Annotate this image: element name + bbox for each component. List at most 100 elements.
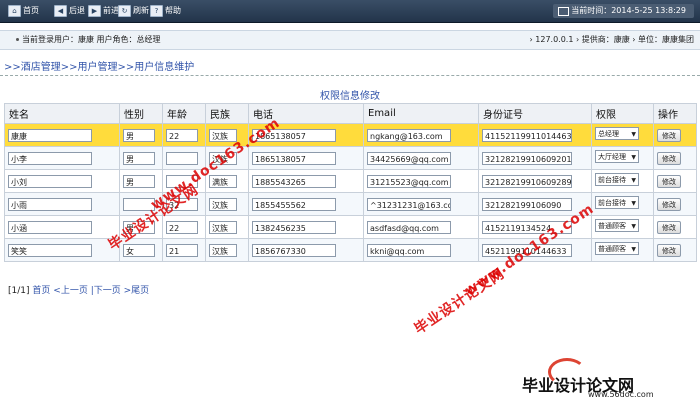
- current-user-info: 当前登录用户：康康 用户角色：总经理: [22, 35, 161, 44]
- email-field[interactable]: kkni@qq.com: [367, 243, 451, 257]
- role-select[interactable]: 前台接待 ▼: [595, 173, 639, 186]
- user-info-bar: 当前登录用户：康康 用户角色：总经理 › 127.0.0.1 › 提供商：康康 …: [0, 30, 700, 50]
- col-header-nation: 民族: [205, 103, 249, 124]
- forward-icon: ▶: [88, 5, 101, 17]
- toolbar-back-label: 后退: [69, 6, 85, 15]
- role-select[interactable]: 普通顾客 ▼: [595, 242, 639, 255]
- id-field[interactable]: 321282199106092014: [482, 151, 572, 165]
- breadcrumb-text: >>酒店管理>>用户管理>>用户信息维护: [4, 62, 195, 73]
- toolbar-help-button[interactable]: ? 帮助: [150, 5, 181, 17]
- chevron-down-icon: ▼: [631, 177, 636, 184]
- toolbar-forward-label: 前进: [103, 6, 119, 15]
- toolbar-refresh-label: 刷新: [133, 6, 149, 15]
- phone-field[interactable]: 1865138057: [252, 151, 336, 165]
- id-field[interactable]: 321282199106092898: [482, 174, 572, 188]
- sex-field[interactable]: 男: [123, 151, 155, 165]
- table-row: 小刘 男 满族 1885543265 31215523@qq.com 32128…: [4, 169, 697, 193]
- bullet-icon: [16, 38, 19, 41]
- prev-page-link[interactable]: <上一页: [53, 286, 88, 296]
- watermark-logo-url: www.56doc.com: [588, 390, 654, 399]
- email-field[interactable]: 34425669@qq.com: [367, 151, 451, 165]
- role-select[interactable]: 前台接待 ▼: [595, 196, 639, 209]
- id-field[interactable]: 321282199106090: [482, 197, 572, 211]
- email-field[interactable]: ngkang@163.com: [367, 128, 451, 142]
- help-icon: ?: [150, 5, 163, 17]
- table-caption: 权限信息修改: [320, 91, 380, 102]
- role-select-value: 总经理: [598, 130, 619, 138]
- page-info: [1/1]: [8, 286, 30, 296]
- server-info: › 127.0.0.1 › 提供商：康康 › 单位：康康集团: [529, 35, 694, 44]
- phone-field[interactable]: 1382456235: [252, 220, 336, 234]
- divider: [0, 75, 700, 76]
- name-field[interactable]: 小刘: [8, 174, 92, 188]
- email-field[interactable]: ^31231231@163.com: [367, 197, 451, 211]
- age-field[interactable]: 21: [166, 243, 198, 257]
- chevron-down-icon: ▼: [631, 200, 636, 207]
- last-page-link[interactable]: >尾页: [124, 286, 150, 296]
- toolbar-forward-button[interactable]: ▶ 前进: [88, 5, 119, 17]
- current-time-text: 当前时间：2014-5-25 13:8:29: [571, 6, 686, 15]
- email-field[interactable]: asdfasd@qq.com: [367, 220, 451, 234]
- name-field[interactable]: 笑笑: [8, 243, 92, 257]
- edit-button[interactable]: 修改: [657, 220, 681, 234]
- back-icon: ◀: [54, 5, 67, 17]
- current-time: 当前时间：2014-5-25 13:8:29: [553, 4, 694, 18]
- role-select-value: 普通顾客: [598, 245, 626, 253]
- nation-field[interactable]: 汉族: [209, 128, 237, 142]
- breadcrumb: >>酒店管理>>用户管理>>用户信息维护: [4, 58, 194, 73]
- chevron-down-icon: ▼: [631, 223, 636, 230]
- table-row: 小李 男 汉族 1865138057 34425669@qq.com 32128…: [4, 146, 697, 170]
- toolbar-home-button[interactable]: ⌂ 首页: [8, 5, 39, 17]
- age-field[interactable]: 22: [166, 220, 198, 234]
- nation-field[interactable]: 汉族: [209, 243, 237, 257]
- name-field[interactable]: 小李: [8, 151, 92, 165]
- col-header-email: Email: [363, 103, 479, 124]
- nation-field[interactable]: 汉族: [209, 197, 237, 211]
- toolbar-help-label: 帮助: [165, 6, 181, 15]
- top-toolbar: ⌂ 首页 ◀ 后退 ▶ 前进 ↻ 刷新 ? 帮助 当前时间：2014-5-25 13:8:…: [0, 0, 700, 23]
- table-row: 康康 男 22 汉族 1865138057 ngkang@163.com 411…: [4, 123, 697, 147]
- first-page-link[interactable]: 首页: [32, 286, 50, 296]
- chevron-down-icon: ▼: [631, 246, 636, 253]
- role-select-value: 前台接待: [598, 176, 626, 184]
- email-field[interactable]: 31215523@qq.com: [367, 174, 451, 188]
- col-header-age: 年龄: [162, 103, 206, 124]
- age-field[interactable]: 22: [166, 128, 198, 142]
- pager: [1/1] 首页 <上一页 |下一页 >尾页: [8, 283, 149, 296]
- edit-button[interactable]: 修改: [657, 243, 681, 257]
- edit-button[interactable]: 修改: [657, 151, 681, 165]
- nation-field[interactable]: 满族: [209, 174, 237, 188]
- role-select[interactable]: 总经理 ▼: [595, 127, 639, 140]
- phone-field[interactable]: 1856767330: [252, 243, 336, 257]
- home-icon: ⌂: [8, 5, 21, 17]
- sex-field[interactable]: 男: [123, 128, 155, 142]
- role-select-value: 普通顾客: [598, 222, 626, 230]
- edit-button[interactable]: 修改: [657, 128, 681, 142]
- phone-field[interactable]: 1855455562: [252, 197, 336, 211]
- col-header-sex: 性别: [119, 103, 163, 124]
- role-select[interactable]: 普通顾客 ▼: [595, 219, 639, 232]
- table-header-row: 姓名 性别 年龄 民族 电话 Email 身份证号 权限 操作: [4, 103, 697, 124]
- name-field[interactable]: 小涵: [8, 220, 92, 234]
- role-select-value: 前台接待: [598, 199, 626, 207]
- col-header-id: 身份证号: [478, 103, 592, 124]
- edit-button[interactable]: 修改: [657, 174, 681, 188]
- next-page-link[interactable]: |下一页: [91, 286, 121, 296]
- refresh-icon: ↻: [118, 5, 131, 17]
- chevron-down-icon: ▼: [631, 154, 636, 161]
- col-header-role: 权限: [591, 103, 654, 124]
- chevron-down-icon: ▼: [631, 131, 636, 138]
- monitor-icon: [558, 7, 570, 16]
- phone-field[interactable]: 1885543265: [252, 174, 336, 188]
- name-field[interactable]: 康康: [8, 128, 92, 142]
- role-select[interactable]: 大厅经理 ▼: [595, 150, 639, 163]
- toolbar-home-label: 首页: [23, 6, 39, 15]
- nation-field[interactable]: 汉族: [209, 220, 237, 234]
- edit-button[interactable]: 修改: [657, 197, 681, 211]
- sex-field[interactable]: 男: [123, 174, 155, 188]
- name-field[interactable]: 小雨: [8, 197, 92, 211]
- toolbar-back-button[interactable]: ◀ 后退: [54, 5, 85, 17]
- id-field[interactable]: 411521199110144636: [482, 128, 572, 142]
- age-field[interactable]: [166, 151, 198, 165]
- toolbar-refresh-button[interactable]: ↻ 刷新: [118, 5, 149, 17]
